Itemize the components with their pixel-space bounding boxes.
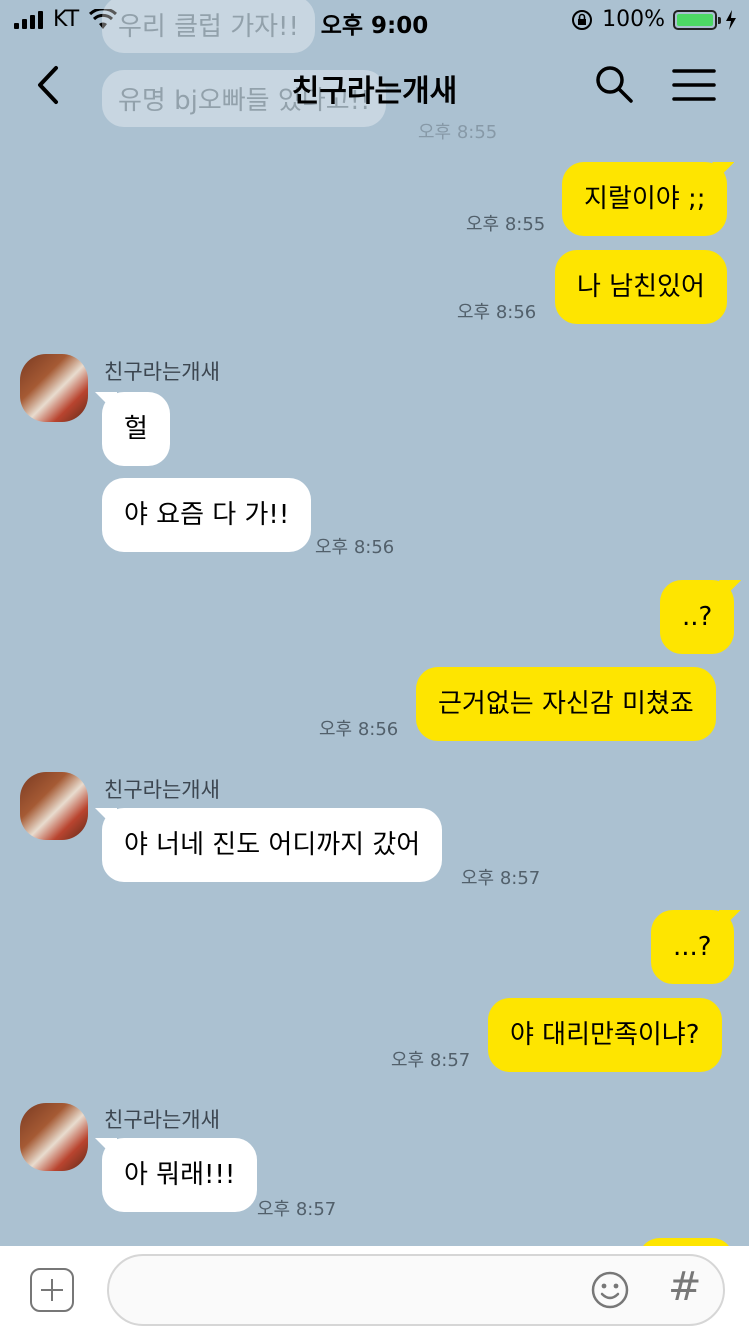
input-bar: # [0,1246,749,1334]
rotation-lock-icon [572,9,593,30]
emoji-icon[interactable] [590,1270,630,1310]
friend-avatar[interactable] [20,354,88,422]
menu-icon[interactable] [672,68,716,102]
my-message-bubble[interactable]: ..? [660,580,735,654]
my-message-bubble[interactable]: 나 남친있어 [555,250,727,324]
status-right: 100% [570,7,737,32]
chat-title: 친구라는개새 [291,74,458,109]
my-message-bubble[interactable]: ...? [651,910,734,984]
sender-name: 친구라는개새 [104,360,220,384]
charging-icon [726,9,736,30]
message-timestamp: 오후 8:57 [257,1199,337,1220]
message-input[interactable] [107,1254,725,1326]
my-message-bubble[interactable]: 지랄이야 ;; [562,162,728,236]
battery-percent: 100% [602,7,665,32]
sender-name: 친구라는개새 [104,1108,220,1132]
message-timestamp: 오후 8:56 [319,719,399,740]
friend-avatar[interactable] [20,1103,88,1171]
friend-avatar[interactable] [20,772,88,840]
my-message-bubble[interactable]: 야 대리만족이냐? [488,998,722,1072]
friend-message-bubble[interactable]: 야 요즘 다 가!! [102,478,312,552]
plus-icon[interactable] [30,1268,74,1312]
message-timestamp: 오후 8:56 [457,302,537,323]
friend-message-bubble[interactable]: 야 너네 진도 어디까지 갔어 [102,808,443,882]
message-timestamp: 오후 8:57 [391,1050,471,1071]
battery-icon [673,9,721,30]
hashtag-icon[interactable]: # [668,1264,702,1310]
friend-message-bubble[interactable]: 아 뭐래!!! [102,1138,258,1212]
search-icon[interactable] [594,64,634,104]
message-timestamp: 오후 8:57 [461,868,541,889]
my-message-bubble[interactable]: 근거없는 자신감 미쳤죠 [416,667,716,741]
friend-message-bubble[interactable]: 헐 [102,392,170,466]
chat-header: 친구라는개새 [0,40,749,130]
sender-name: 친구라는개새 [104,778,220,802]
message-timestamp: 오후 8:55 [466,214,546,235]
message-timestamp: 오후 8:56 [315,537,395,558]
